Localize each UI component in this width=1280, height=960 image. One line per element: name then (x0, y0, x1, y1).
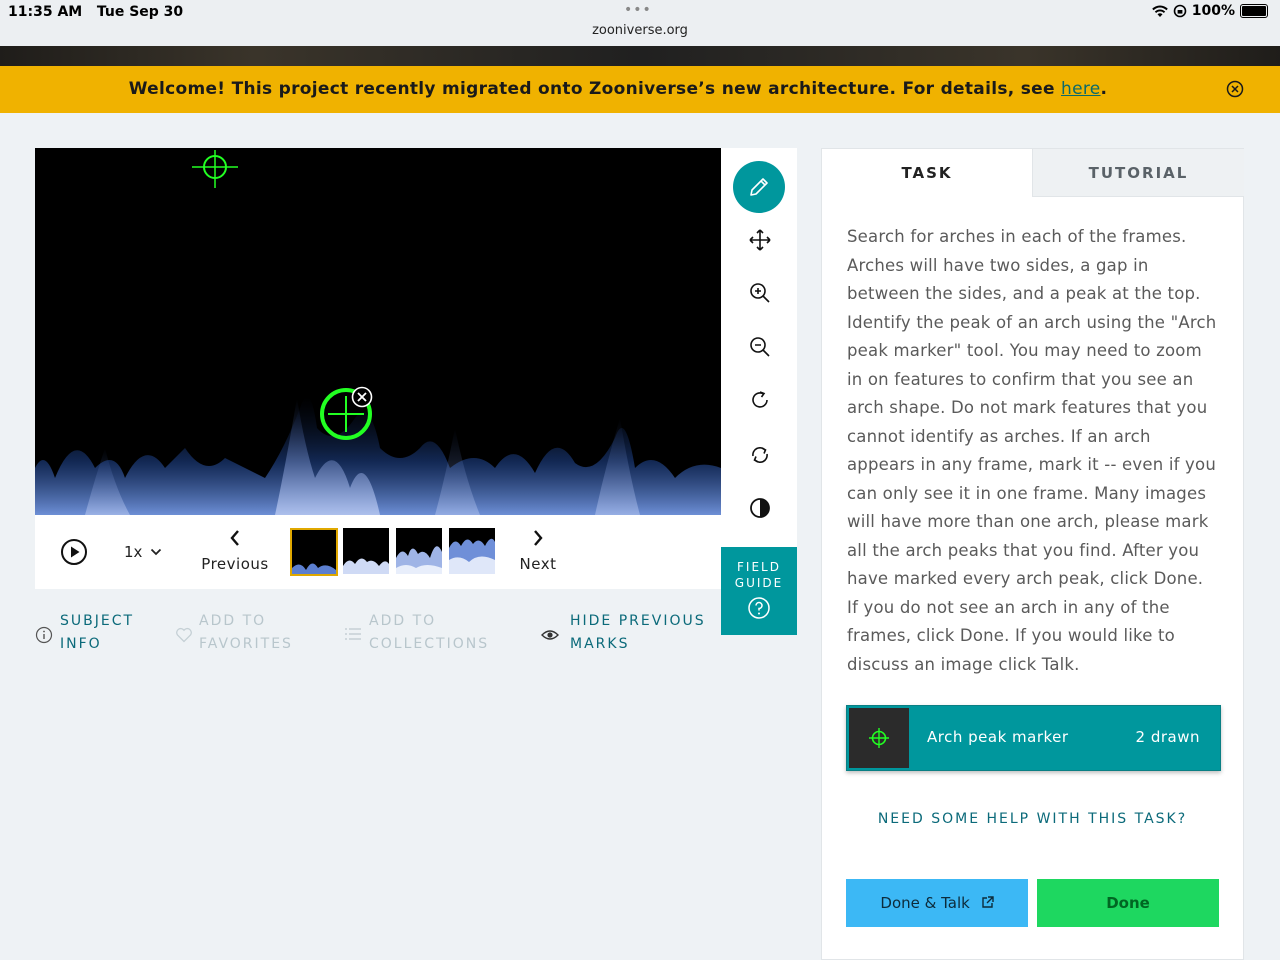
arch-peak-marker[interactable] (190, 148, 240, 190)
tab-task[interactable]: TASK (822, 149, 1032, 197)
add-to-collections-button[interactable]: ADD TO COLLECTIONS (345, 610, 489, 656)
screen-lock-icon (1173, 4, 1187, 18)
banner-link[interactable]: here (1061, 79, 1101, 99)
help-icon (748, 597, 770, 619)
delete-mark-icon[interactable] (351, 386, 373, 408)
chevron-left-icon (230, 530, 239, 546)
subject-image[interactable] (35, 148, 721, 515)
crosshair-icon (869, 728, 889, 748)
next-frame-button[interactable]: Next (508, 529, 568, 573)
more-dots-icon[interactable]: ••• (624, 2, 652, 18)
status-time: 11:35 AM Tue Sep 30 (8, 4, 184, 20)
subject-info-button[interactable]: SUBJECT INFO (35, 610, 134, 656)
address-bar-url[interactable]: zooniverse.org (0, 23, 1280, 38)
chevron-right-icon (534, 530, 543, 546)
play-icon[interactable] (60, 538, 88, 566)
frame-thumbnail-1[interactable] (290, 528, 338, 576)
subject-image-viewer[interactable] (35, 148, 721, 515)
subject-info-label: SUBJECT (60, 613, 135, 629)
field-guide-label: GUIDE (734, 576, 784, 590)
done-button[interactable]: Done (1037, 879, 1219, 927)
rotate-icon[interactable] (748, 388, 772, 412)
invert-colors-icon[interactable] (748, 496, 772, 520)
frame-thumbnail-2[interactable] (343, 528, 389, 574)
hide-marks-label: HIDE PREVIOUS (570, 613, 706, 629)
favorites-label: ADD TO (199, 613, 267, 629)
zoom-out-icon[interactable] (748, 335, 772, 359)
next-label: Next (519, 555, 557, 573)
reset-icon[interactable] (748, 443, 772, 467)
field-guide-label: FIELD (737, 560, 781, 574)
status-bar: 11:35 AM Tue Sep 30 ••• zooniverse.org 1… (0, 0, 1280, 47)
move-icon[interactable] (748, 228, 772, 252)
migration-banner: Welcome! This project recently migrated … (0, 66, 1280, 113)
task-help-link[interactable]: NEED SOME HELP WITH THIS TASK? (822, 811, 1243, 827)
subject-info-label: INFO (60, 636, 102, 652)
external-link-icon (981, 896, 994, 908)
frame-thumbnail-3[interactable] (396, 528, 442, 574)
page-header-strip (0, 46, 1280, 66)
close-banner-icon[interactable] (1226, 80, 1244, 98)
favorites-label: FAVORITES (199, 636, 293, 652)
chevron-down-icon (151, 548, 162, 556)
tool-icon-box (849, 708, 909, 768)
battery-percent: 100% (1191, 3, 1235, 19)
zoom-in-icon[interactable] (748, 281, 772, 305)
marks-drawn-count: 2 drawn (1135, 728, 1200, 746)
collections-label: ADD TO (369, 613, 437, 629)
battery-icon (1240, 4, 1268, 18)
playback-speed-select[interactable]: 1x (124, 543, 162, 561)
annotate-tool-button[interactable] (733, 161, 785, 213)
add-to-favorites-button[interactable]: ADD TO FAVORITES (175, 610, 293, 656)
image-toolbar (721, 148, 797, 547)
frame-thumbnail-4[interactable] (449, 528, 495, 574)
task-instructions: Search for arches in each of the frames.… (847, 227, 1217, 674)
frame-thumbnail-image (292, 563, 336, 574)
status-date: Tue Sep 30 (96, 4, 184, 20)
previous-label: Previous (201, 555, 269, 573)
done-and-talk-button[interactable]: Done & Talk (846, 879, 1028, 927)
heart-icon (176, 627, 192, 643)
frame-controls: 1x Previous Next (35, 515, 721, 589)
done-talk-label: Done & Talk (880, 894, 970, 912)
wifi-icon (1151, 5, 1168, 17)
collections-label: COLLECTIONS (369, 636, 490, 652)
hide-marks-label: MARKS (570, 636, 630, 652)
banner-message: Welcome! This project recently migrated … (128, 79, 1108, 99)
frame-thumbnail-image (396, 546, 442, 574)
list-icon (345, 628, 361, 640)
arch-peak-marker-tool[interactable]: Arch peak marker 2 drawn (846, 705, 1221, 771)
field-guide-button[interactable]: FIELD GUIDE (721, 547, 797, 635)
hide-previous-marks-button[interactable]: HIDE PREVIOUS MARKS (541, 610, 706, 656)
frame-thumbnail-image (449, 538, 495, 574)
previous-frame-button[interactable]: Previous (200, 529, 270, 573)
task-panel: TASK TUTORIAL Search for arches in each … (821, 148, 1244, 960)
frame-thumbnail-image (343, 558, 389, 574)
pencil-icon (750, 178, 768, 196)
tab-tutorial[interactable]: TUTORIAL (1032, 149, 1244, 197)
info-icon (35, 626, 53, 644)
status-indicators: 100% (1151, 3, 1268, 19)
tool-label: Arch peak marker (927, 728, 1069, 746)
eye-icon (541, 630, 559, 640)
